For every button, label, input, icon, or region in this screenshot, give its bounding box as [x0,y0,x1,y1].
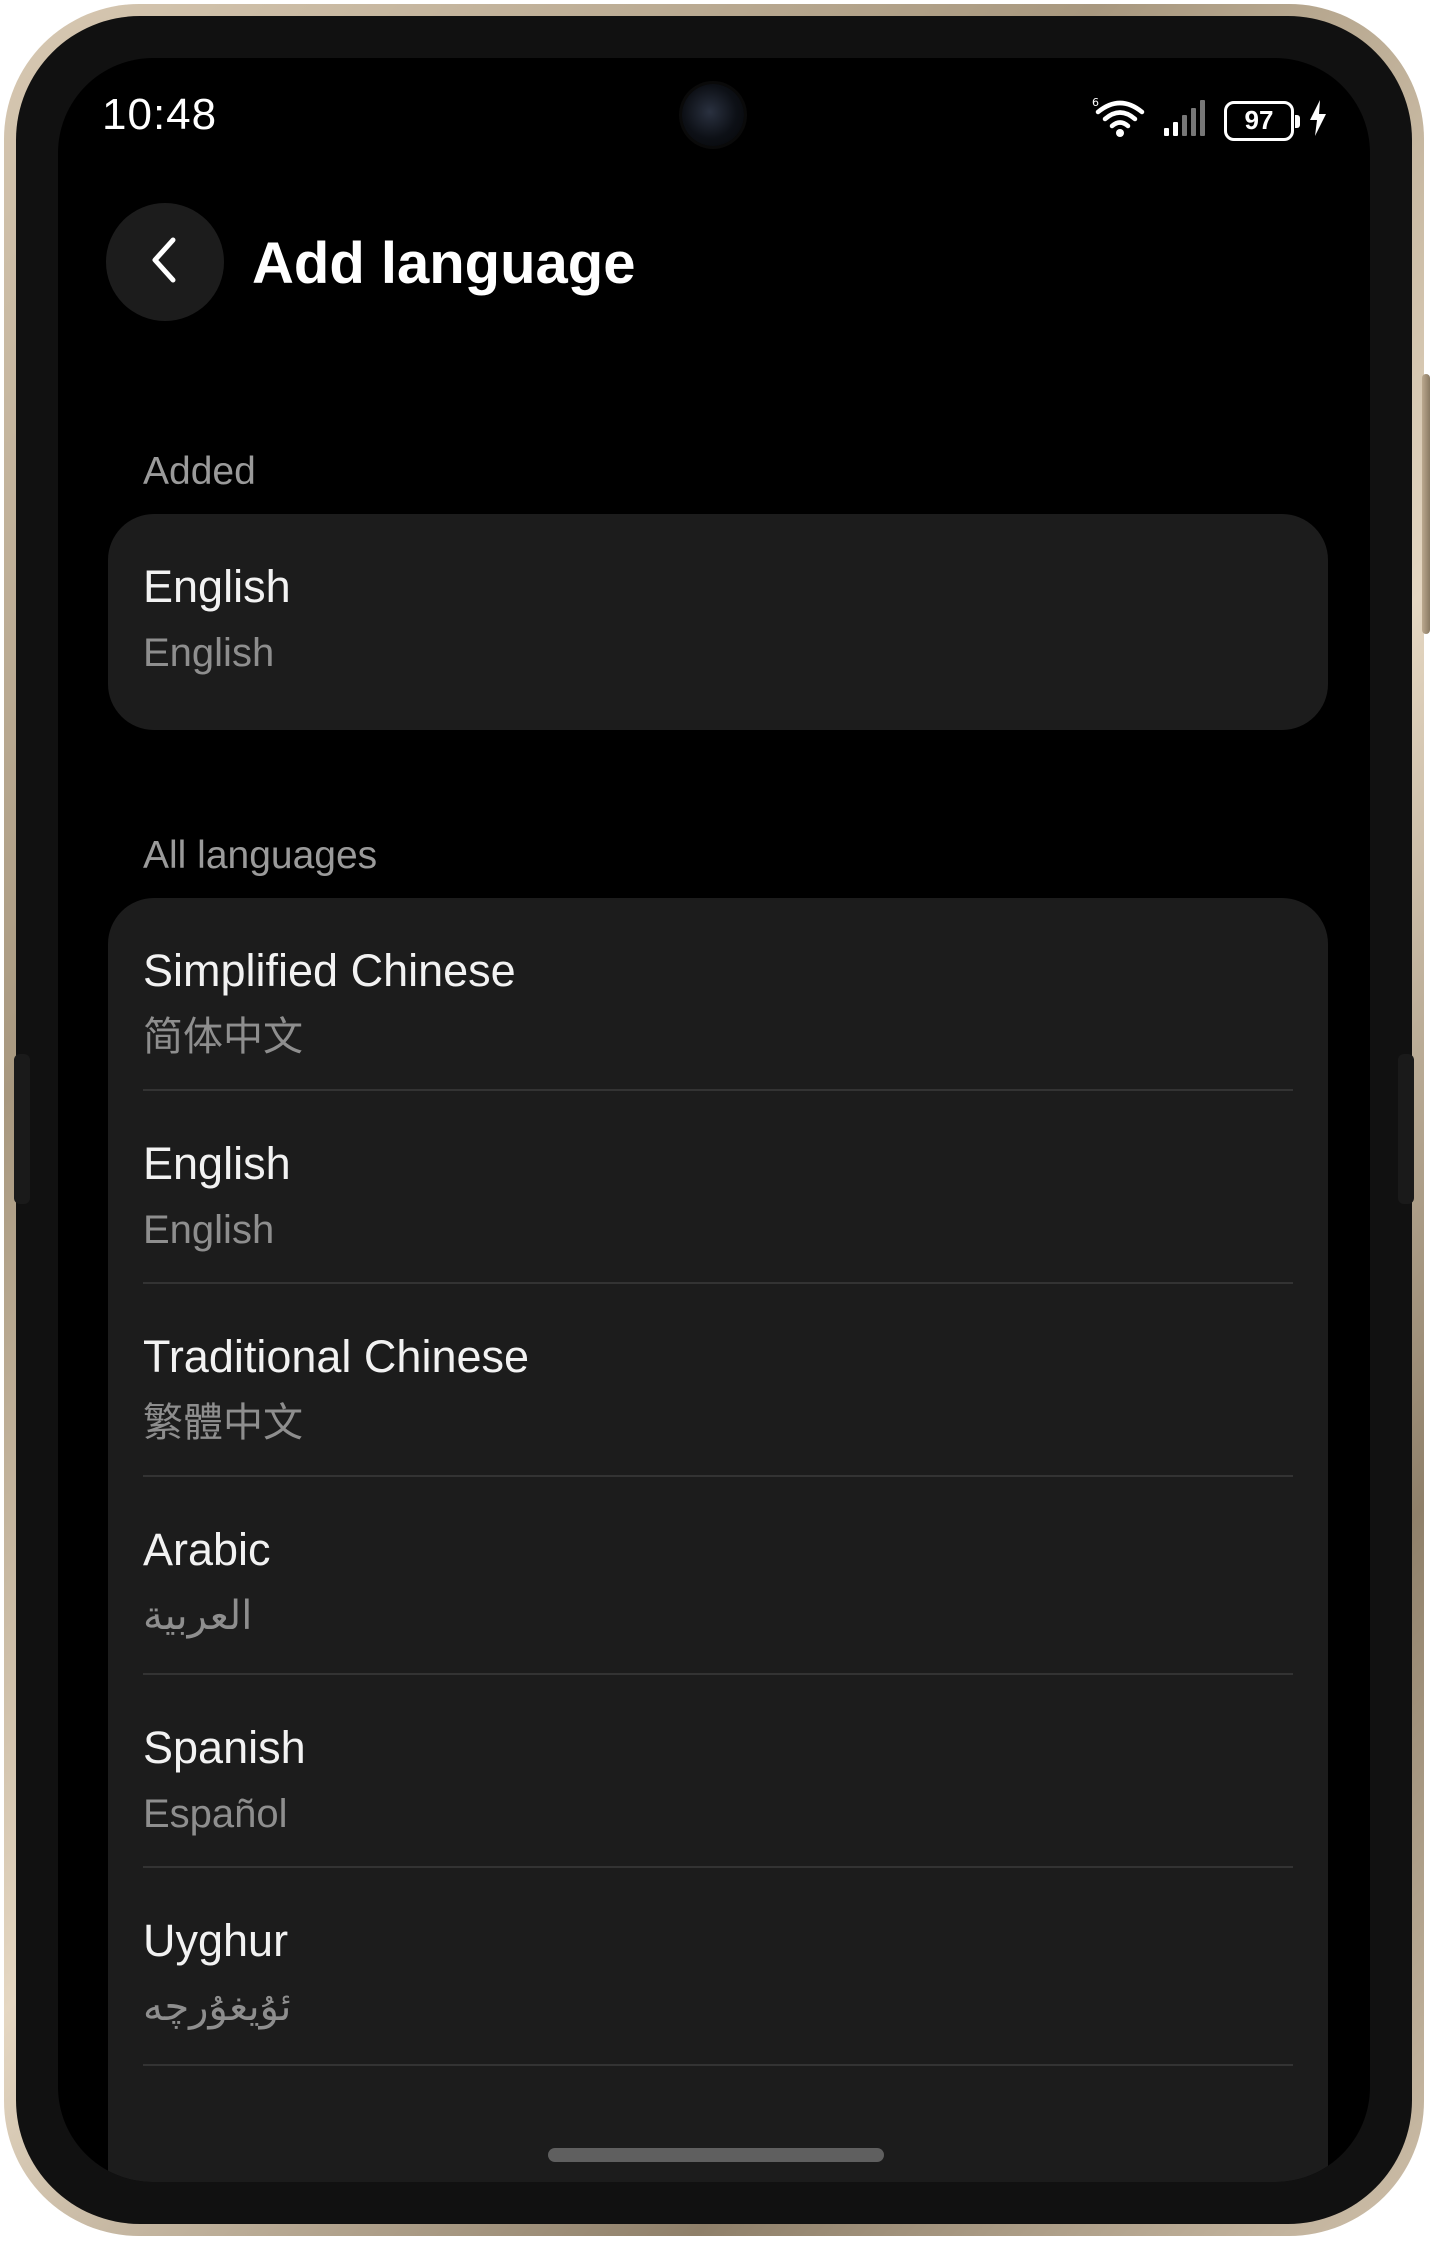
language-item-uyghur[interactable]: Uyghur ئۇيغۇرچە [108,1868,1328,2066]
added-languages-card: English English [108,514,1328,730]
signal-icon [1162,98,1210,143]
language-native-name: English [143,1208,275,1252]
divider [143,2064,1293,2066]
language-native-name: 简体中文 [143,1014,303,1060]
section-label-added: Added [143,450,256,493]
language-item-arabic[interactable]: Arabic العربية [108,1477,1328,1675]
device-frame: 10:48 6 97 Add language Added English En… [4,4,1430,2236]
language-item-traditional-chinese[interactable]: Traditional Chinese 繁體中文 [108,1284,1328,1477]
side-button [1422,374,1430,634]
hinge-left [14,1054,30,1204]
page-title: Add language [252,231,636,296]
svg-text:6: 6 [1092,96,1099,109]
language-item-spanish[interactable]: Spanish Español [108,1675,1328,1868]
section-label-all-languages: All languages [143,834,378,877]
language-native-name: Español [143,1792,288,1836]
all-languages-card: Simplified Chinese 简体中文 English English … [108,898,1328,2182]
language-name: Spanish [143,1722,306,1773]
home-indicator[interactable] [548,2148,884,2162]
language-name: Traditional Chinese [143,1331,530,1382]
language-name: Arabic [143,1524,271,1575]
back-button[interactable] [106,203,224,321]
language-name: Simplified Chinese [143,945,516,996]
chevron-left-icon [145,234,185,291]
screen: 10:48 6 97 Add language Added English En… [58,58,1370,2182]
language-item-english[interactable]: English English [108,1091,1328,1284]
language-native-name: 繁體中文 [143,1400,303,1446]
language-name: Uyghur [143,1915,289,1966]
battery-level: 97 [1244,105,1274,135]
hinge-right [1398,1054,1414,1204]
language-native-name: English [143,631,275,675]
language-native-name: ئۇيغۇرچە [143,1984,292,2030]
wifi-icon: 6 [1092,96,1148,145]
front-camera [682,84,744,146]
charging-icon [1308,98,1328,143]
language-native-name: العربية [143,1593,253,1639]
language-name: English [143,1138,291,1189]
battery-icon: 97 [1224,100,1300,141]
added-language-item[interactable]: English English [108,514,1328,730]
status-icons: 6 97 [1092,96,1328,145]
language-name: English [143,561,291,612]
device-bezel: 10:48 6 97 Add language Added English En… [14,16,1414,2224]
language-item-simplified-chinese[interactable]: Simplified Chinese 简体中文 [108,898,1328,1091]
status-time: 10:48 [102,90,218,139]
